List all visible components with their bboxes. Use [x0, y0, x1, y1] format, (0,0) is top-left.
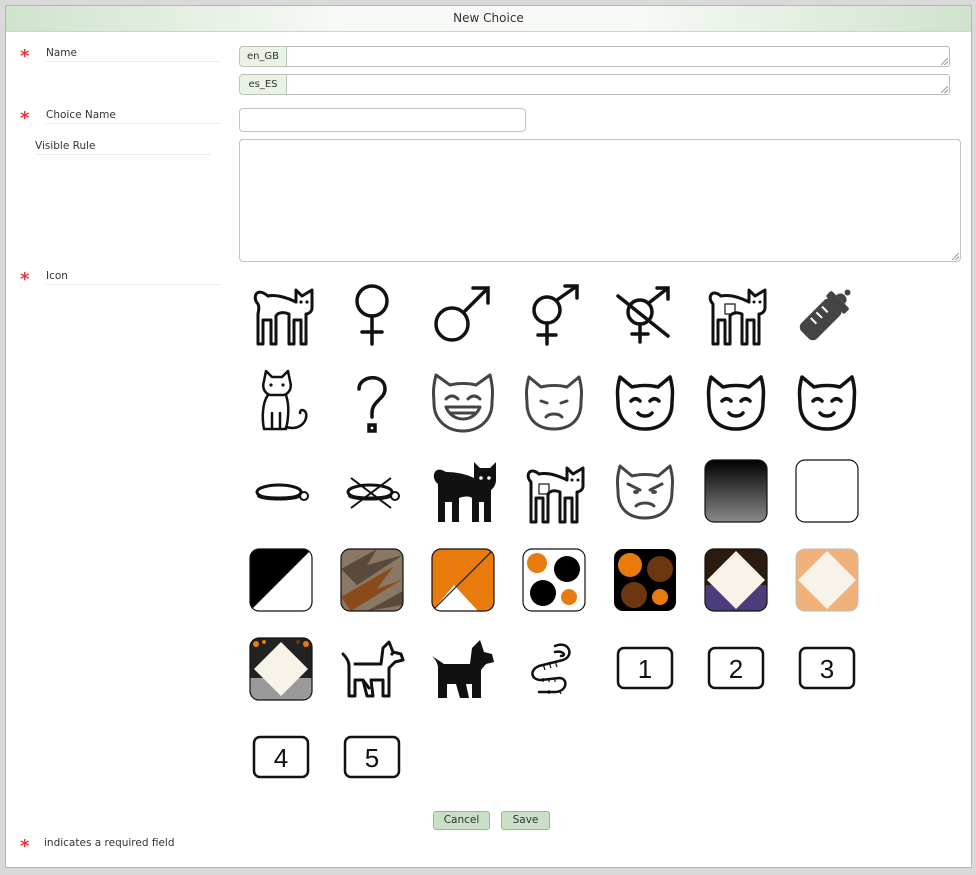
dog-black-icon[interactable] — [428, 634, 498, 704]
svg-text:5: 5 — [365, 743, 379, 773]
visible-rule-label: Visible Rule — [35, 140, 211, 155]
resize-grip-icon[interactable] — [952, 253, 959, 260]
resize-grip-icon[interactable] — [941, 58, 948, 65]
collar-icon[interactable] — [246, 456, 316, 526]
required-field-note: indicates a required field — [44, 837, 175, 849]
tabby-swatch-icon[interactable] — [337, 545, 407, 615]
kitten-sitting-icon[interactable] — [246, 367, 316, 437]
lang-tag-es-es: es_ES — [239, 74, 287, 95]
cream-peach-swatch-icon[interactable] — [792, 545, 862, 615]
new-choice-dialog: New Choice * Name en_GB es_ES * Choice N… — [5, 5, 972, 868]
cat-black-icon[interactable] — [428, 456, 498, 526]
svg-text:2: 2 — [729, 654, 743, 684]
question-mark-icon[interactable] — [337, 367, 407, 437]
intersex-symbol-icon[interactable] — [519, 278, 589, 348]
cat-face-content-icon[interactable] — [701, 367, 771, 437]
baby-bottle-icon[interactable] — [792, 278, 862, 348]
required-marker: * — [20, 108, 30, 129]
collar-crossed-icon[interactable] — [337, 456, 407, 526]
spotted-cream-swatch-icon[interactable] — [246, 634, 316, 704]
orange-white-swatch-icon[interactable] — [428, 545, 498, 615]
svg-text:3: 3 — [820, 654, 834, 684]
svg-text:1: 1 — [638, 654, 652, 684]
name-es-es-input[interactable] — [287, 74, 950, 95]
cat-face-grinning-icon[interactable] — [428, 367, 498, 437]
gradient-swatch-icon[interactable] — [701, 456, 771, 526]
svg-text:4: 4 — [274, 743, 288, 773]
tortie-swatch-icon[interactable] — [610, 545, 680, 615]
required-marker: * — [20, 269, 30, 290]
cat-face-content-icon[interactable] — [610, 367, 680, 437]
number-2-icon[interactable]: 2 — [701, 634, 771, 704]
icon-label: Icon — [46, 270, 221, 285]
worm-icon[interactable] — [519, 634, 589, 704]
name-en-gb-input[interactable] — [287, 46, 950, 67]
cancel-button[interactable]: Cancel — [433, 811, 490, 830]
name-label: Name — [46, 47, 221, 62]
neutered-symbol-icon[interactable] — [610, 278, 680, 348]
cat-face-angry-icon[interactable] — [610, 456, 680, 526]
cat-face-sad-icon[interactable] — [519, 367, 589, 437]
calico-white-swatch-icon[interactable] — [519, 545, 589, 615]
required-marker: * — [20, 836, 30, 857]
female-symbol-icon[interactable] — [337, 278, 407, 348]
cat-tagged-outline-icon[interactable] — [519, 456, 589, 526]
dialog-title: New Choice — [6, 6, 971, 32]
black-white-swatch-icon[interactable] — [246, 545, 316, 615]
white-swatch-icon[interactable] — [792, 456, 862, 526]
number-4-icon[interactable]: 4 — [246, 723, 316, 793]
required-marker: * — [20, 46, 30, 67]
cat-standing-icon[interactable] — [246, 278, 316, 348]
choice-name-label: Choice Name — [46, 109, 221, 124]
male-symbol-icon[interactable] — [428, 278, 498, 348]
cream-purple-swatch-icon[interactable] — [701, 545, 771, 615]
dog-outline-icon[interactable] — [337, 634, 407, 704]
cat-tagged-icon[interactable] — [701, 278, 771, 348]
visible-rule-textarea[interactable] — [239, 139, 961, 262]
number-1-icon[interactable]: 1 — [610, 634, 680, 704]
lang-tag-en-gb: en_GB — [239, 46, 287, 67]
choice-name-input[interactable] — [239, 108, 526, 132]
number-3-icon[interactable]: 3 — [792, 634, 862, 704]
cat-face-content-icon[interactable] — [792, 367, 862, 437]
resize-grip-icon[interactable] — [941, 86, 948, 93]
number-5-icon[interactable]: 5 — [337, 723, 407, 793]
save-button[interactable]: Save — [501, 811, 550, 830]
